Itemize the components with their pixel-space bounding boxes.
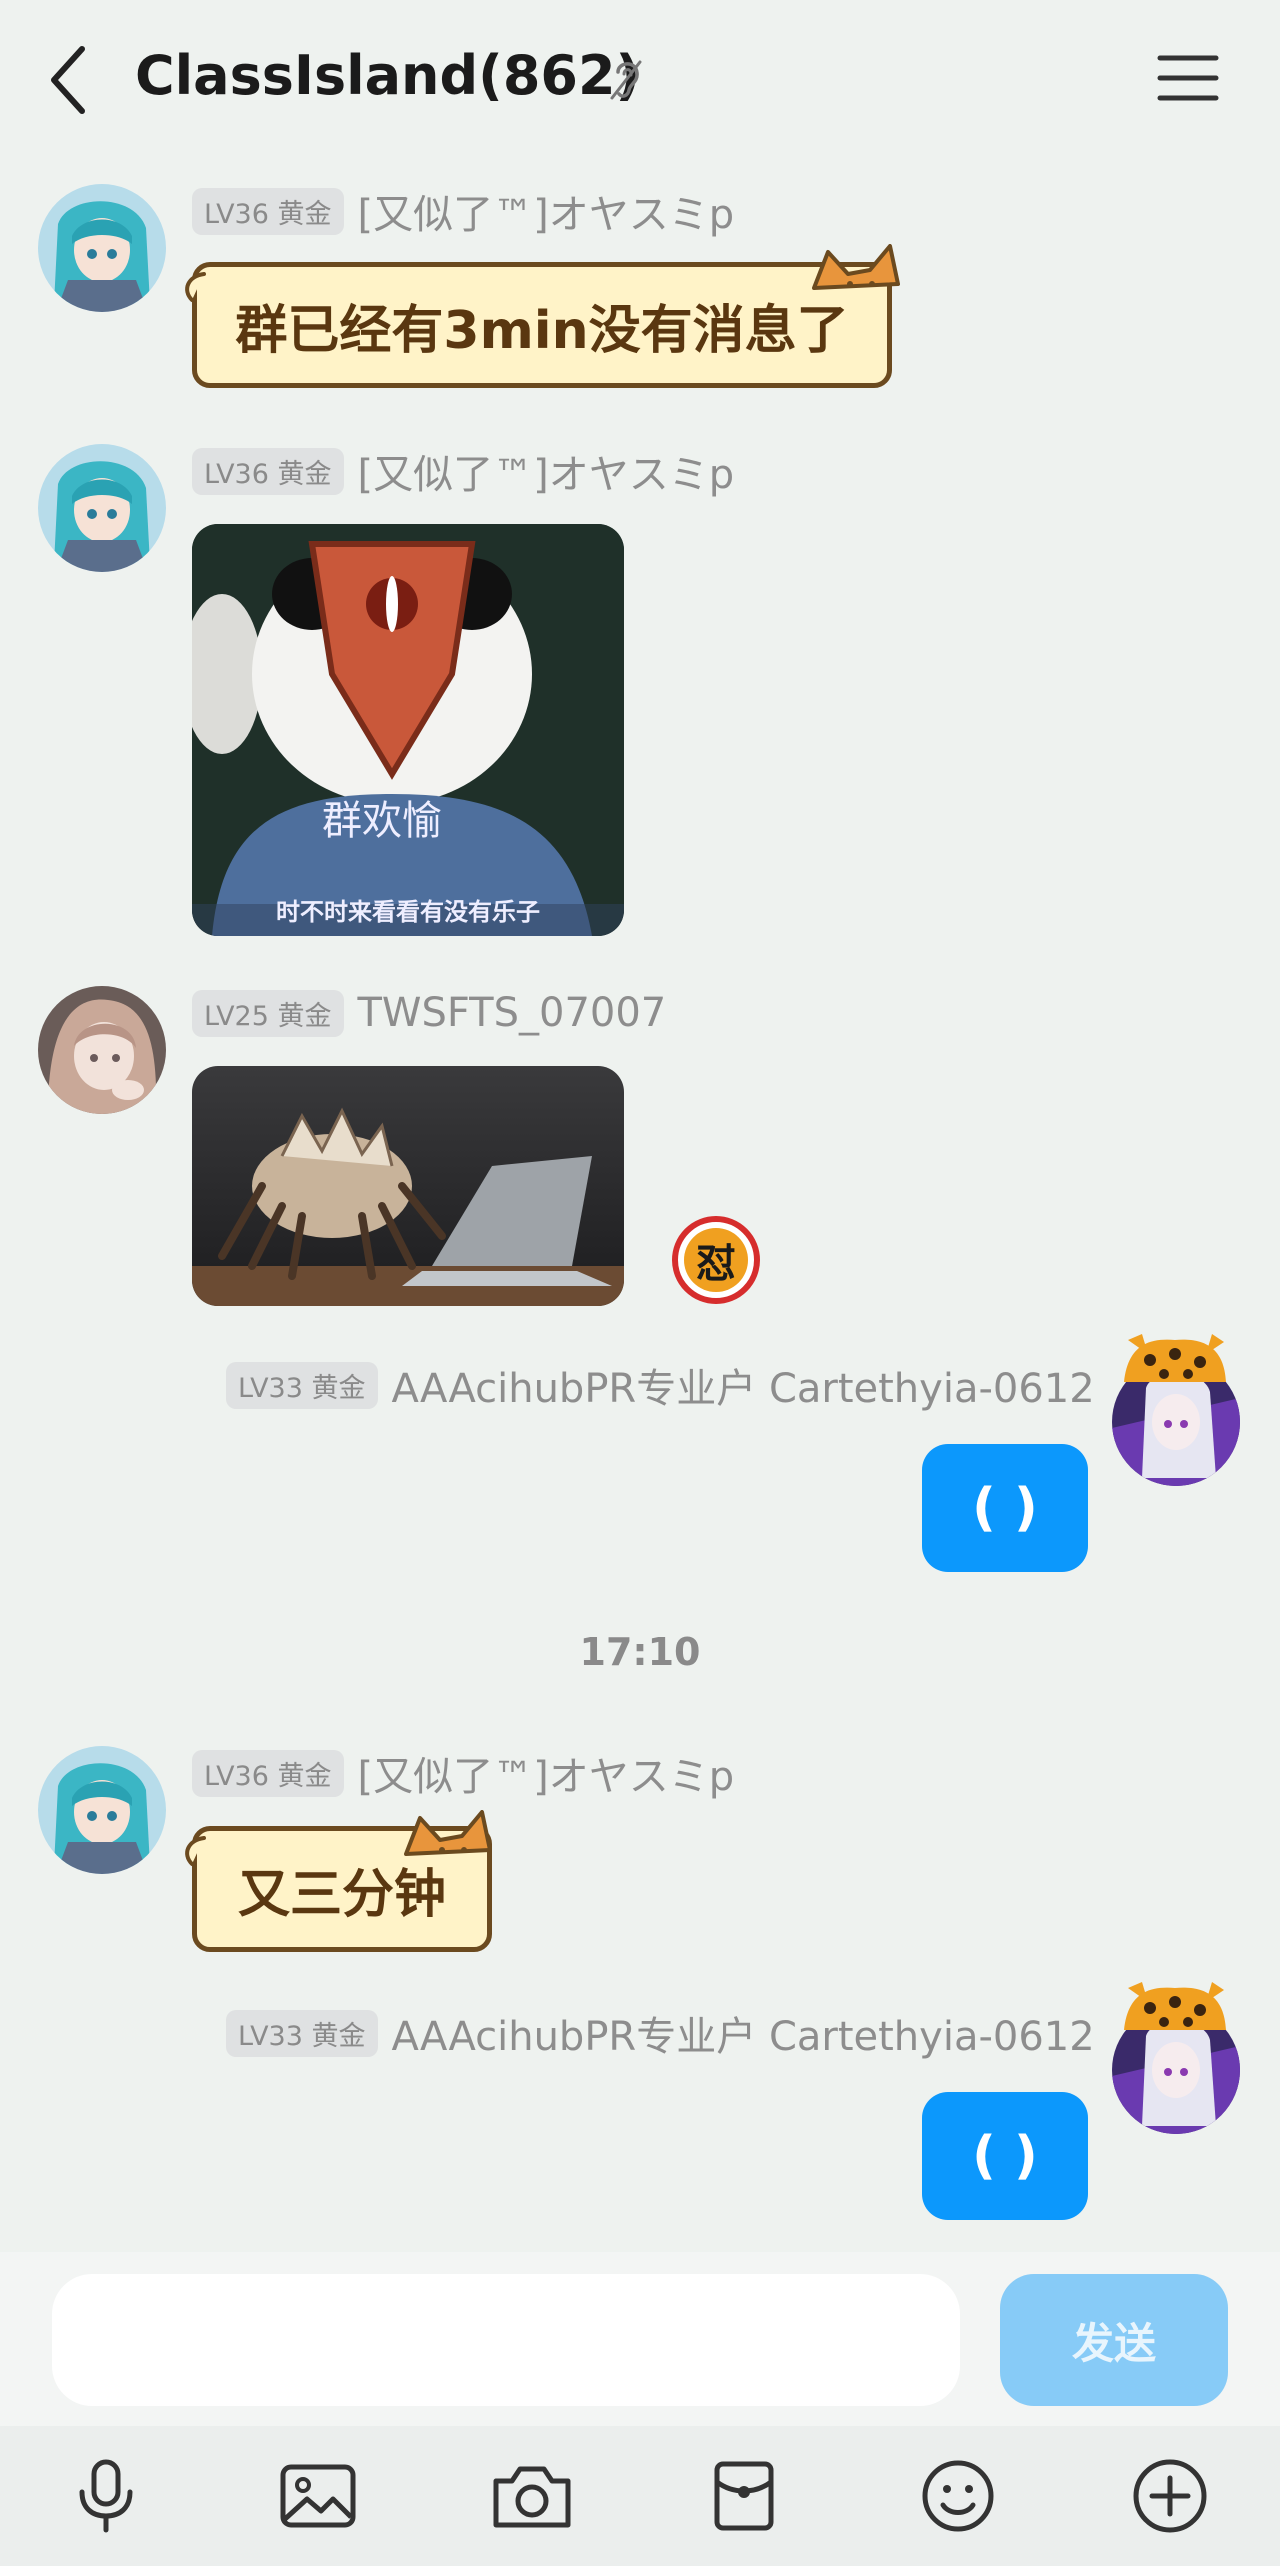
- chat-header: ClassIsland(862): [0, 0, 1280, 160]
- emoji-icon: [922, 2460, 994, 2532]
- level-badge: LV25 黄金: [192, 989, 344, 1037]
- camera-button[interactable]: [492, 2456, 572, 2536]
- ear-icon[interactable]: [606, 56, 646, 104]
- cat-ears-decoration: [404, 1810, 492, 1856]
- bottom-toolbar: [0, 2426, 1280, 2566]
- message-text: ( ): [972, 1478, 1038, 1538]
- sender-name[interactable]: AAAcihubPR专业户 Cartethyia-0612: [392, 1356, 1095, 1414]
- back-arrow-icon: [51, 46, 85, 114]
- cat-ears-decoration: [812, 244, 900, 290]
- avatar[interactable]: [38, 444, 166, 572]
- chat-title[interactable]: ClassIsland(862): [135, 44, 640, 107]
- meme-image: 群欢愉 时不时来看看有没有乐子: [192, 524, 624, 936]
- send-button[interactable]: 发送: [1000, 2274, 1228, 2406]
- reaction-glyph: 怼: [684, 1228, 748, 1292]
- leopard-hat-decoration: [1124, 1982, 1226, 2030]
- message-text: ( ): [972, 2126, 1038, 2186]
- message-bubble[interactable]: 群已经有3min没有消息了: [192, 262, 892, 388]
- red-packet-button[interactable]: [704, 2456, 784, 2536]
- avatar[interactable]: [38, 184, 166, 312]
- input-bar: 发送: [0, 2252, 1280, 2426]
- image-button[interactable]: [278, 2456, 358, 2536]
- cat-paw-decoration: [185, 1836, 206, 1866]
- level-badge: LV33 黄金: [226, 1361, 378, 1409]
- message-bubble[interactable]: ( ): [922, 2092, 1088, 2220]
- microphone-icon: [79, 2459, 133, 2533]
- message-text: 群已经有3min没有消息了: [235, 300, 849, 361]
- message-meta: LV36 黄金 [又似了™]オヤスミp: [192, 186, 734, 238]
- level-badge: LV36 黄金: [192, 187, 344, 235]
- image-icon: [280, 2464, 356, 2528]
- crab-laptop-image: [192, 1066, 624, 1306]
- image-message[interactable]: [192, 1066, 624, 1306]
- menu-icon[interactable]: [1156, 50, 1220, 106]
- sender-name[interactable]: AAAcihubPR专业户 Cartethyia-0612: [392, 2004, 1095, 2062]
- level-badge: LV36 黄金: [192, 447, 344, 495]
- reaction-sticker[interactable]: 怼: [672, 1216, 760, 1304]
- message-meta: LV33 黄金 AAAcihubPR专业户 Cartethyia-0612: [226, 2008, 1095, 2060]
- more-button[interactable]: [1130, 2456, 1210, 2536]
- message-bubble[interactable]: ( ): [922, 1444, 1088, 1572]
- message-meta: LV33 黄金 AAAcihubPR专业户 Cartethyia-0612: [226, 1360, 1095, 1412]
- avatar[interactable]: [38, 986, 166, 1114]
- plus-icon: [1133, 2459, 1207, 2533]
- red-packet-icon: [714, 2461, 774, 2531]
- leopard-hat-decoration: [1124, 1334, 1226, 1382]
- message-meta: LV36 黄金 [又似了™]オヤスミp: [192, 1748, 734, 1800]
- message-meta: LV36 黄金 [又似了™]オヤスミp: [192, 446, 734, 498]
- level-badge: LV36 黄金: [192, 1749, 344, 1797]
- level-badge: LV33 黄金: [226, 2009, 378, 2057]
- image-caption: 群欢愉: [322, 798, 442, 844]
- image-message[interactable]: 群欢愉 时不时来看看有没有乐子: [192, 524, 624, 936]
- back-button[interactable]: [40, 40, 96, 120]
- sender-name[interactable]: [又似了™]オヤスミp: [358, 1744, 735, 1802]
- message-meta: LV25 黄金 TWSFTS_07007: [192, 988, 666, 1038]
- message-input[interactable]: [52, 2274, 960, 2406]
- sender-name[interactable]: [又似了™]オヤスミp: [358, 442, 735, 500]
- emoji-button[interactable]: [918, 2456, 998, 2536]
- camera-icon: [493, 2466, 571, 2528]
- sender-name[interactable]: [又似了™]オヤスミp: [358, 182, 735, 240]
- time-divider: 17:10: [579, 1630, 701, 1674]
- image-subcaption: 时不时来看看有没有乐子: [276, 898, 540, 926]
- avatar[interactable]: [38, 1746, 166, 1874]
- sender-name[interactable]: TWSFTS_07007: [358, 990, 667, 1036]
- cat-paw-decoration: [185, 272, 206, 302]
- microphone-button[interactable]: [66, 2456, 146, 2536]
